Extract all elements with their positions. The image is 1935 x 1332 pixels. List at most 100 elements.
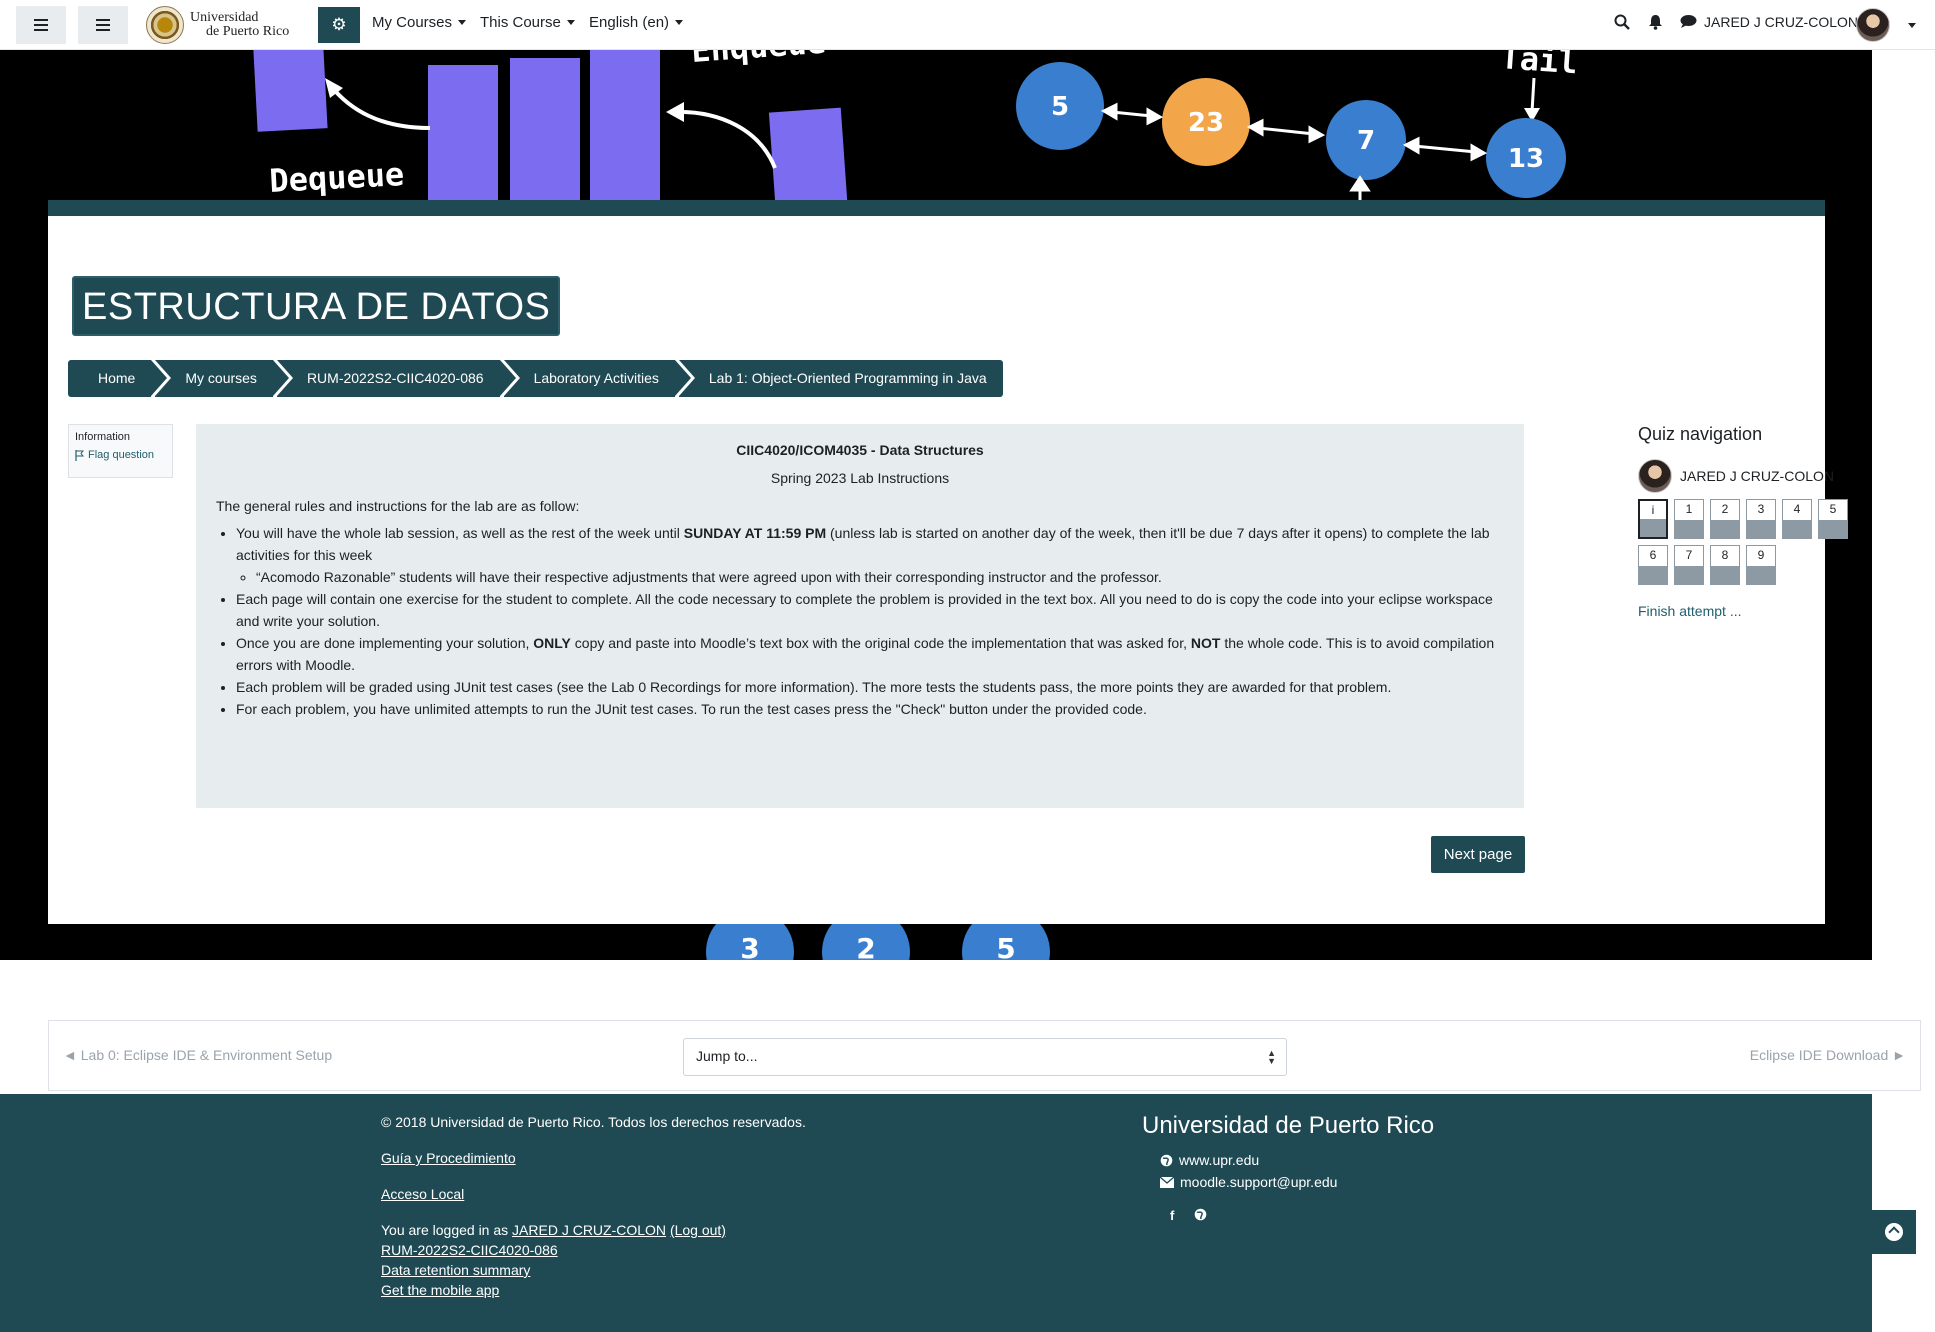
sub-list: “Acomodo Razonable” students will have t… (256, 566, 1504, 588)
user-avatar (1638, 459, 1672, 493)
question-button[interactable]: 1 (1674, 499, 1704, 539)
language-menu[interactable]: English (en) (589, 14, 684, 31)
back-to-top-button[interactable] (1872, 1210, 1916, 1254)
logo-line-2: de Puerto Rico (206, 24, 290, 39)
my-courses-menu[interactable]: My Courses (372, 14, 467, 31)
node-value: 23 (1188, 108, 1224, 138)
breadcrumb-home[interactable]: Home (68, 360, 172, 397)
enqueue-arrow (671, 109, 777, 169)
footer-email[interactable]: moodle.support@upr.edu (1160, 1174, 1434, 1190)
drawer-toggle-button[interactable] (16, 6, 66, 44)
hamburger-icon (96, 19, 110, 31)
node-value: 5 (1051, 92, 1069, 122)
question-button-info[interactable]: i (1638, 499, 1668, 539)
breadcrumb-course[interactable]: RUM-2022S2-CIIC4020-086 (276, 360, 520, 397)
quiz-user: JARED J CRUZ-COLON (1638, 459, 1868, 493)
node-value: 5 (996, 932, 1015, 960)
question-button[interactable]: 9 (1746, 545, 1776, 585)
globe-icon[interactable] (1194, 1208, 1207, 1221)
bell-icon[interactable] (1648, 14, 1663, 35)
question-content: CIIC4020/ICOM4035 - Data Structures Spri… (196, 424, 1524, 808)
instruction-text: Once you are done implementing your solu… (236, 635, 534, 651)
question-button[interactable]: 4 (1782, 499, 1812, 539)
breadcrumb: Home My courses RUM-2022S2-CIIC4020-086 … (68, 360, 1007, 397)
breadcrumb-section[interactable]: Laboratory Activities (503, 360, 696, 397)
envelope-icon (1160, 1176, 1174, 1188)
data-retention-link[interactable]: Data retention summary (381, 1262, 530, 1278)
list-item: You will have the whole lab session, as … (236, 522, 1504, 588)
profile-link[interactable]: JARED J CRUZ-COLON (512, 1222, 666, 1238)
content-subheading: Spring 2023 Lab Instructions (770, 470, 950, 486)
hamburger-icon (34, 19, 48, 31)
queue-block (252, 50, 328, 132)
queue-block (510, 58, 580, 208)
next-page-button[interactable]: Next page (1431, 836, 1525, 873)
university-seal-icon (146, 6, 184, 44)
search-icon[interactable] (1614, 14, 1630, 35)
user-avatar[interactable] (1856, 8, 1890, 42)
chat-icon[interactable] (1680, 14, 1697, 34)
question-number: 1 (1685, 502, 1693, 516)
caret-down-icon[interactable] (1908, 23, 1916, 28)
footer-website-text: www.upr.edu (1179, 1152, 1260, 1168)
question-number: 4 (1793, 502, 1801, 516)
question-number: 5 (1829, 502, 1837, 516)
question-button[interactable]: 7 (1674, 545, 1704, 585)
breadcrumb-my-courses[interactable]: My courses (155, 360, 293, 397)
caret-down-icon (675, 20, 684, 25)
jump-to-select[interactable]: Jump to... ▲ ▼ (683, 1038, 1287, 1076)
footer-website[interactable]: www.upr.edu (1160, 1152, 1434, 1168)
dequeue-arrow (328, 83, 431, 130)
question-buttons: i 1 2 3 4 5 6 7 8 9 (1638, 499, 1858, 585)
node-value: 7 (1357, 126, 1375, 156)
finish-attempt-link[interactable]: Finish attempt ... (1638, 603, 1868, 619)
caret-down-icon (566, 20, 575, 25)
mobile-app-link[interactable]: Get the mobile app (381, 1282, 499, 1298)
quiz-nav-title: Quiz navigation (1638, 424, 1763, 444)
instruction-text: copy and paste into Moodle’s text box wi… (570, 635, 1191, 651)
previous-activity-link[interactable]: ◄ Lab 0: Eclipse IDE & Environment Setup (63, 1047, 332, 1063)
list-item: Each page will contain one exercise for … (236, 588, 1504, 632)
footer-university-title: Universidad de Puerto Rico (1142, 1112, 1435, 1139)
node-value: 3 (740, 932, 759, 960)
list-item: “Acomodo Razonable” students will have t… (256, 566, 1504, 588)
question-button[interactable]: 2 (1710, 499, 1740, 539)
link-arrows (1100, 102, 1488, 200)
quiz-navigation: Quiz navigation JARED J CRUZ-COLON i 1 2… (1638, 424, 1868, 619)
top-navbar: Universidad de Puerto Rico ⚙ My Courses … (0, 0, 1935, 50)
user-menu-name[interactable]: JARED J CRUZ-COLON (1704, 14, 1858, 30)
page-title: ESTRUCTURA DE DATOS (72, 276, 561, 336)
acceso-local-link[interactable]: Acceso Local (381, 1186, 464, 1202)
instruction-text: You will have the whole lab session, as … (236, 525, 684, 541)
question-number: 3 (1757, 502, 1765, 516)
footer-right: Universidad de Puerto Rico www.upr.edu m… (1142, 1112, 1434, 1223)
guia-link[interactable]: Guía y Procedimiento (381, 1150, 516, 1166)
logo-text: Universidad de Puerto Rico (190, 11, 289, 39)
breadcrumb-activity[interactable]: Lab 1: Object-Oriented Programming in Ja… (678, 360, 1003, 397)
course-settings-button[interactable]: ⚙ (318, 7, 360, 43)
question-button[interactable]: 3 (1746, 499, 1776, 539)
question-button[interactable]: 5 (1818, 499, 1848, 539)
question-button[interactable]: 8 (1710, 545, 1740, 585)
footer-course-link[interactable]: RUM-2022S2-CIIC4020-086 (381, 1242, 558, 1258)
enqueue-text: Enqueue (690, 50, 827, 70)
facebook-icon[interactable]: f (1170, 1208, 1174, 1223)
question-info-label: Information (75, 431, 131, 443)
next-activity-link[interactable]: Eclipse IDE Download ► (1750, 1047, 1906, 1063)
flag-question-link[interactable]: Flag question (75, 449, 166, 461)
list-item: Each problem will be graded using JUnit … (236, 676, 1504, 698)
logout-link[interactable]: (Log out) (670, 1222, 726, 1238)
gears-icon: ⚙ (331, 15, 347, 34)
university-logo[interactable]: Universidad de Puerto Rico (146, 6, 289, 44)
question-button[interactable]: 6 (1638, 545, 1668, 585)
question-number: 7 (1685, 548, 1693, 562)
secondary-menu-button[interactable] (78, 6, 128, 44)
footer-email-text: moodle.support@upr.edu (1180, 1174, 1338, 1190)
content-intro: The general rules and instructions for t… (216, 498, 580, 514)
instruction-emphasis: NOT (1190, 635, 1221, 651)
quiz-user-name: JARED J CRUZ-COLON (1680, 468, 1835, 484)
flag-question-label: Flag question (88, 449, 155, 461)
globe-icon (1160, 1154, 1173, 1166)
instruction-deadline: SUNDAY AT 11:59 PM (683, 525, 827, 541)
this-course-menu[interactable]: This Course (480, 14, 575, 31)
